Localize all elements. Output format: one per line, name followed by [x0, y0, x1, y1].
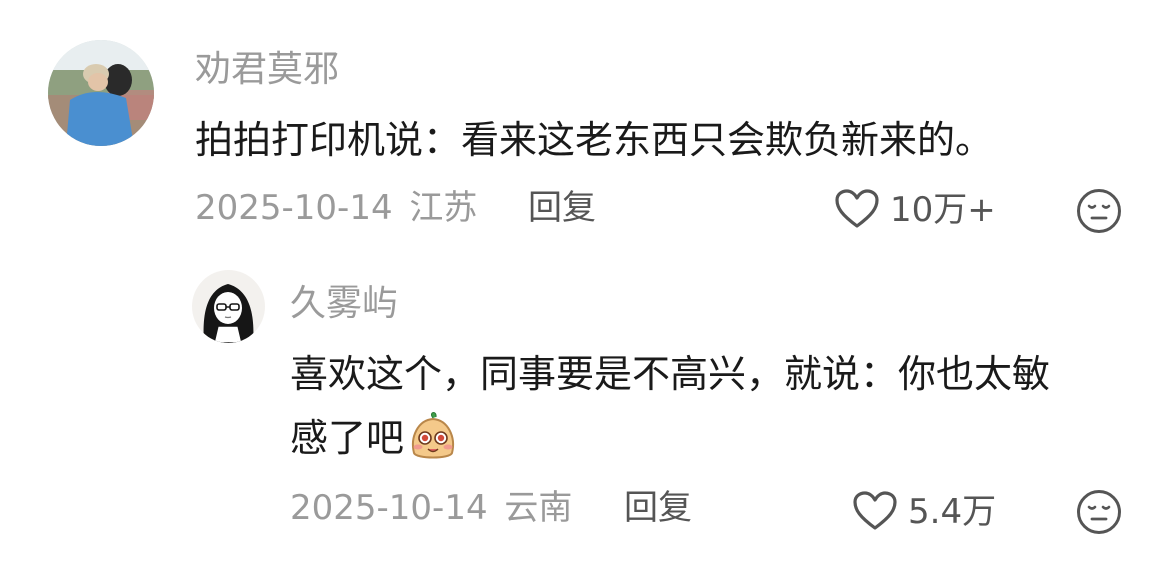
- avatar-illustration: [192, 270, 265, 343]
- avatar[interactable]: [192, 270, 265, 343]
- heart-outline-icon[interactable]: [834, 188, 880, 234]
- like-count: 10万+: [890, 190, 996, 230]
- avatar-photo: [48, 40, 154, 146]
- reply-button[interactable]: 回复: [624, 488, 692, 528]
- comment-date: 2025-10-14: [290, 488, 488, 528]
- cute-sticker-emoji: [406, 411, 460, 476]
- comment-meta: 2025-10-14 云南: [290, 488, 572, 528]
- meh-face-icon[interactable]: [1075, 488, 1123, 540]
- comment-text-line2: 感了吧: [290, 416, 405, 460]
- like-count: 5.4万: [908, 492, 997, 532]
- reply-button[interactable]: 回复: [528, 188, 596, 228]
- username[interactable]: 久雾屿: [290, 284, 398, 324]
- avatar[interactable]: [48, 40, 154, 146]
- comment-location: 江苏: [409, 188, 478, 228]
- username[interactable]: 劝君莫邪: [195, 50, 339, 90]
- comment-text-line1: 喜欢这个，同事要是不高兴，就说：你也太敏: [290, 352, 1051, 396]
- comment-text-line2-wrap: 感了吧: [290, 410, 460, 476]
- comment-location: 云南: [504, 488, 573, 528]
- meh-face-icon[interactable]: [1075, 187, 1123, 239]
- comment-text: 拍拍打印机说：看来这老东西只会欺负新来的。: [195, 118, 994, 162]
- comment-meta: 2025-10-14 江苏: [195, 188, 477, 228]
- comment-date: 2025-10-14: [195, 188, 393, 228]
- heart-outline-icon[interactable]: [852, 490, 898, 536]
